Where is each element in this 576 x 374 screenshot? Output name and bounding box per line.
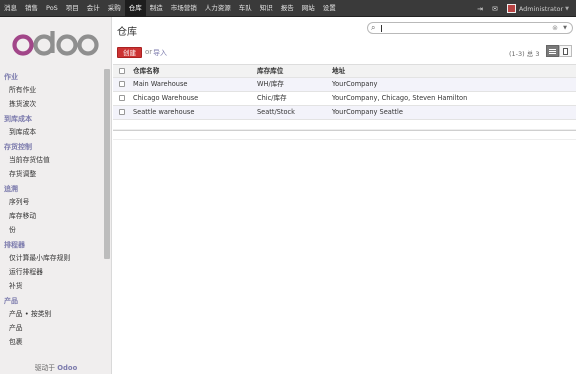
sidebar: 作业 所有作业 拣货波次 到库成本 到库成本 存货控制 当前存货估值 存货调整 … — [0, 17, 112, 374]
main-content: 仓库 ⌕ ⊗ ▼ 创建 or 导入 (1-3) 总 3 仓库名称 库存库位 地址… — [113, 17, 576, 374]
cell-location: Seatt/Stock — [257, 108, 295, 116]
cell-name: Seattle warehouse — [133, 108, 195, 116]
powered-by-brand: Odoo — [57, 364, 78, 372]
form-icon — [563, 47, 568, 55]
chevron-down-icon[interactable]: ▼ — [563, 23, 567, 33]
sidebar-item-procurements[interactable]: 补货 — [0, 279, 103, 293]
or-label: or — [145, 48, 153, 56]
search-input[interactable]: ⌕ ⊗ ▼ — [367, 22, 573, 34]
sidebar-nav: 作业 所有作业 拣货波次 到库成本 到库成本 存货控制 当前存货估值 存货调整 … — [0, 69, 103, 349]
text-cursor — [381, 25, 382, 32]
list-view-button[interactable] — [546, 45, 559, 57]
menu-item-marketing[interactable]: 市场营销 — [167, 0, 201, 17]
sidebar-item-packages[interactable]: 包裹 — [0, 335, 103, 349]
menu-item-purchase[interactable]: 采购 — [104, 0, 125, 17]
page-title: 仓库 — [117, 27, 137, 38]
chat-icon[interactable]: ✉ — [492, 5, 498, 13]
top-menu: 消息 销售 PoS 项目 会计 采购 仓库 制造 市场营销 人力资源 车队 知识… — [0, 0, 340, 17]
sidebar-item-inventory-adjustments[interactable]: 存货调整 — [0, 167, 103, 181]
row-checkbox[interactable] — [119, 109, 125, 115]
cell-address: YourCompany Seattle — [332, 108, 403, 116]
logout-icon[interactable]: ⇥ — [477, 5, 483, 13]
sidebar-section-traceability: 追溯 — [4, 185, 18, 193]
table-row[interactable]: Chicago Warehouse Chic/库存 YourCompany, C… — [113, 92, 576, 106]
sidebar-scrollbar[interactable] — [104, 69, 110, 259]
empty-row — [113, 130, 576, 140]
menu-item-settings[interactable]: 设置 — [319, 0, 340, 17]
sidebar-item-products-by-category[interactable]: 产品 • 按类别 — [0, 307, 103, 321]
column-header-address[interactable]: 地址 — [332, 65, 345, 78]
import-link[interactable]: 导入 — [153, 48, 167, 58]
row-checkbox[interactable] — [119, 95, 125, 101]
cell-name: Chicago Warehouse — [133, 94, 199, 102]
sidebar-item-products[interactable]: 产品 — [0, 321, 103, 335]
cell-location: Chic/库存 — [257, 94, 287, 102]
table-row[interactable]: Seattle warehouse Seatt/Stock YourCompan… — [113, 106, 576, 120]
empty-row — [113, 120, 576, 130]
table-row[interactable]: Main Warehouse WH/库存 YourCompany — [113, 78, 576, 92]
sidebar-item-all-operations[interactable]: 所有作业 — [0, 83, 103, 97]
odoo-logo — [12, 31, 99, 56]
list-icon — [549, 48, 556, 54]
menu-item-reporting[interactable]: 报告 — [277, 0, 298, 17]
select-all-checkbox[interactable] — [119, 68, 125, 74]
sidebar-item-run-schedulers[interactable]: 运行排程器 — [0, 265, 103, 279]
sidebar-item-quants[interactable]: 份 — [0, 223, 103, 237]
menu-item-project[interactable]: 项目 — [62, 0, 83, 17]
user-name: Administrator — [518, 4, 564, 13]
menu-item-warehouse[interactable]: 仓库 — [124, 0, 146, 17]
menu-item-fleet[interactable]: 车队 — [235, 0, 256, 17]
cell-name: Main Warehouse — [133, 80, 188, 88]
user-menu[interactable]: Administrator ▼ — [506, 4, 569, 13]
list-view-panel: 仓库 ⌕ ⊗ ▼ 创建 or 导入 (1-3) 总 3 仓库名称 库存库位 地址… — [113, 17, 576, 140]
sidebar-section-schedulers: 排程器 — [4, 241, 25, 249]
menu-item-knowledge[interactable]: 知识 — [256, 0, 277, 17]
sidebar-item-picking-waves[interactable]: 拣货波次 — [0, 97, 103, 111]
column-header-location[interactable]: 库存库位 — [257, 65, 283, 78]
form-view-button[interactable] — [559, 45, 572, 57]
menu-item-pos[interactable]: PoS — [42, 0, 62, 17]
column-header-name[interactable]: 仓库名称 — [133, 65, 159, 78]
top-right-tools: ⇥ ✉ Administrator ▼ — [468, 0, 576, 17]
menu-item-sales[interactable]: 销售 — [21, 0, 42, 17]
sidebar-item-stock-moves[interactable]: 库存移动 — [0, 209, 103, 223]
table-header: 仓库名称 库存库位 地址 — [113, 64, 576, 78]
menu-item-manufacturing[interactable]: 制造 — [146, 0, 167, 17]
clear-icon[interactable]: ⊗ — [552, 23, 558, 33]
sidebar-section-landed-costs: 到库成本 — [4, 115, 32, 123]
menu-item-hr[interactable]: 人力资源 — [201, 0, 235, 17]
row-checkbox[interactable] — [119, 81, 125, 87]
cell-address: YourCompany — [332, 80, 378, 88]
view-switcher — [546, 45, 572, 57]
sidebar-item-landed-costs[interactable]: 到库成本 — [0, 125, 103, 139]
search-icon: ⌕ — [371, 23, 376, 32]
powered-by[interactable]: 驱动于 Odoo — [0, 362, 112, 372]
create-button[interactable]: 创建 — [117, 47, 142, 58]
cell-address: YourCompany, Chicago, Steven Hamilton — [332, 94, 468, 102]
sidebar-section-products: 产品 — [4, 297, 18, 305]
menu-item-website[interactable]: 网站 — [298, 0, 319, 17]
sidebar-section-inventory-control: 存货控制 — [4, 143, 32, 151]
pager: (1-3) 总 3 — [509, 48, 539, 58]
sidebar-item-inventory-valuation[interactable]: 当前存货估值 — [0, 153, 103, 167]
chevron-down-icon: ▼ — [565, 5, 569, 12]
powered-by-prefix: 驱动于 — [34, 364, 56, 372]
sidebar-item-serial-numbers[interactable]: 序列号 — [0, 195, 103, 209]
menu-item-accounting[interactable]: 会计 — [83, 0, 104, 17]
sidebar-item-compute-min-stock-rules[interactable]: 仅计算最小库存规则 — [0, 251, 103, 265]
warehouse-table: 仓库名称 库存库位 地址 Main Warehouse WH/库存 YourCo… — [113, 64, 576, 140]
top-navbar: 消息 销售 PoS 项目 会计 采购 仓库 制造 市场营销 人力资源 车队 知识… — [0, 0, 576, 17]
pager-value: (1-3) 总 3 — [509, 50, 540, 58]
cell-location: WH/库存 — [257, 80, 284, 88]
sidebar-section-operations: 作业 — [4, 73, 18, 81]
avatar — [506, 4, 516, 13]
menu-item-messages[interactable]: 消息 — [0, 0, 21, 17]
